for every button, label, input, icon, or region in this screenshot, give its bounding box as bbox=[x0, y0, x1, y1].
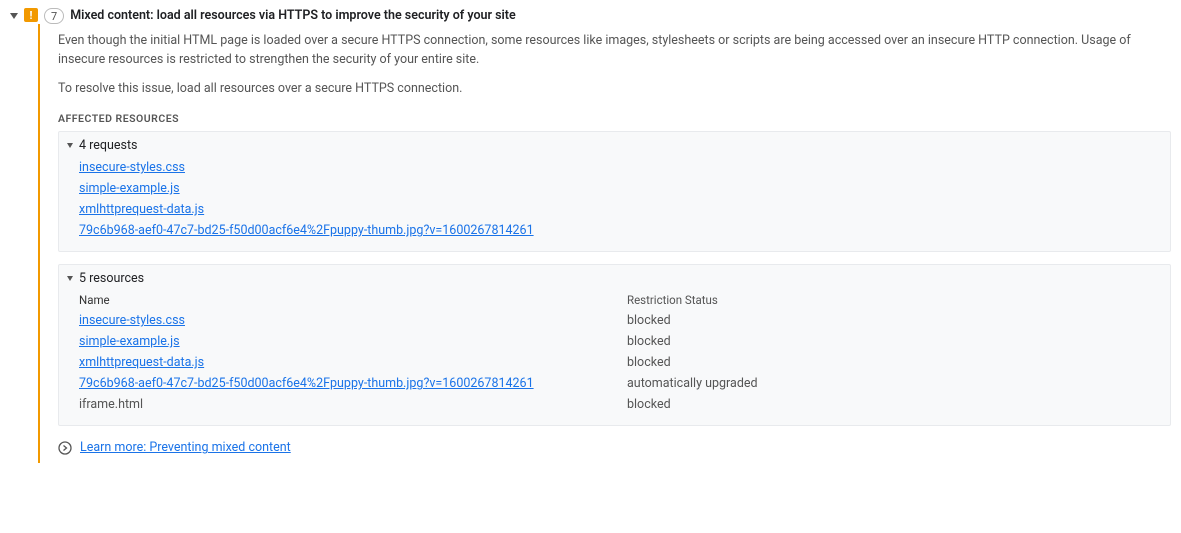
issue-count-badge: 7 bbox=[44, 8, 64, 24]
resources-group: 5 resources Name Restriction Status inse… bbox=[58, 264, 1171, 426]
resource-link[interactable]: xmlhttprequest-data.js bbox=[79, 355, 204, 370]
requests-header: 4 requests bbox=[79, 138, 138, 153]
request-link[interactable]: simple-example.js bbox=[79, 181, 180, 196]
resource-link[interactable]: simple-example.js bbox=[79, 334, 180, 349]
resource-status: blocked bbox=[627, 334, 1162, 349]
issue-title: Mixed content: load all resources via HT… bbox=[70, 8, 516, 23]
request-link[interactable]: xmlhttprequest-data.js bbox=[79, 202, 204, 217]
resource-link[interactable]: insecure-styles.css bbox=[79, 313, 185, 328]
column-status-header: Restriction Status bbox=[627, 293, 1162, 307]
request-link[interactable]: insecure-styles.css bbox=[79, 160, 185, 175]
learn-more-link[interactable]: Learn more: Preventing mixed content bbox=[80, 440, 291, 455]
resource-status: blocked bbox=[627, 313, 1162, 328]
issue-description-1: Even though the initial HTML page is loa… bbox=[58, 32, 1171, 70]
issue-description-2: To resolve this issue, load all resource… bbox=[58, 80, 1171, 99]
column-name-header: Name bbox=[79, 293, 609, 307]
resources-header: 5 resources bbox=[79, 271, 144, 286]
resource-name: iframe.html bbox=[79, 397, 609, 412]
warning-icon: ! bbox=[24, 8, 38, 22]
requests-group: 4 requests insecure-styles.css simple-ex… bbox=[58, 131, 1171, 252]
arrow-right-circle-icon bbox=[58, 441, 72, 455]
resource-link[interactable]: 79c6b968-aef0-47c7-bd25-f50d00acf6e4%2Fp… bbox=[79, 376, 534, 391]
expand-issue-toggle[interactable] bbox=[10, 13, 18, 19]
resource-status: blocked bbox=[627, 397, 1162, 412]
resource-status: automatically upgraded bbox=[627, 376, 1162, 391]
resource-status: blocked bbox=[627, 355, 1162, 370]
requests-expand-toggle[interactable] bbox=[67, 143, 73, 148]
resources-expand-toggle[interactable] bbox=[67, 276, 73, 281]
request-link[interactable]: 79c6b968-aef0-47c7-bd25-f50d00acf6e4%2Fp… bbox=[79, 223, 534, 238]
affected-resources-label: AFFECTED RESOURCES bbox=[58, 112, 1171, 125]
